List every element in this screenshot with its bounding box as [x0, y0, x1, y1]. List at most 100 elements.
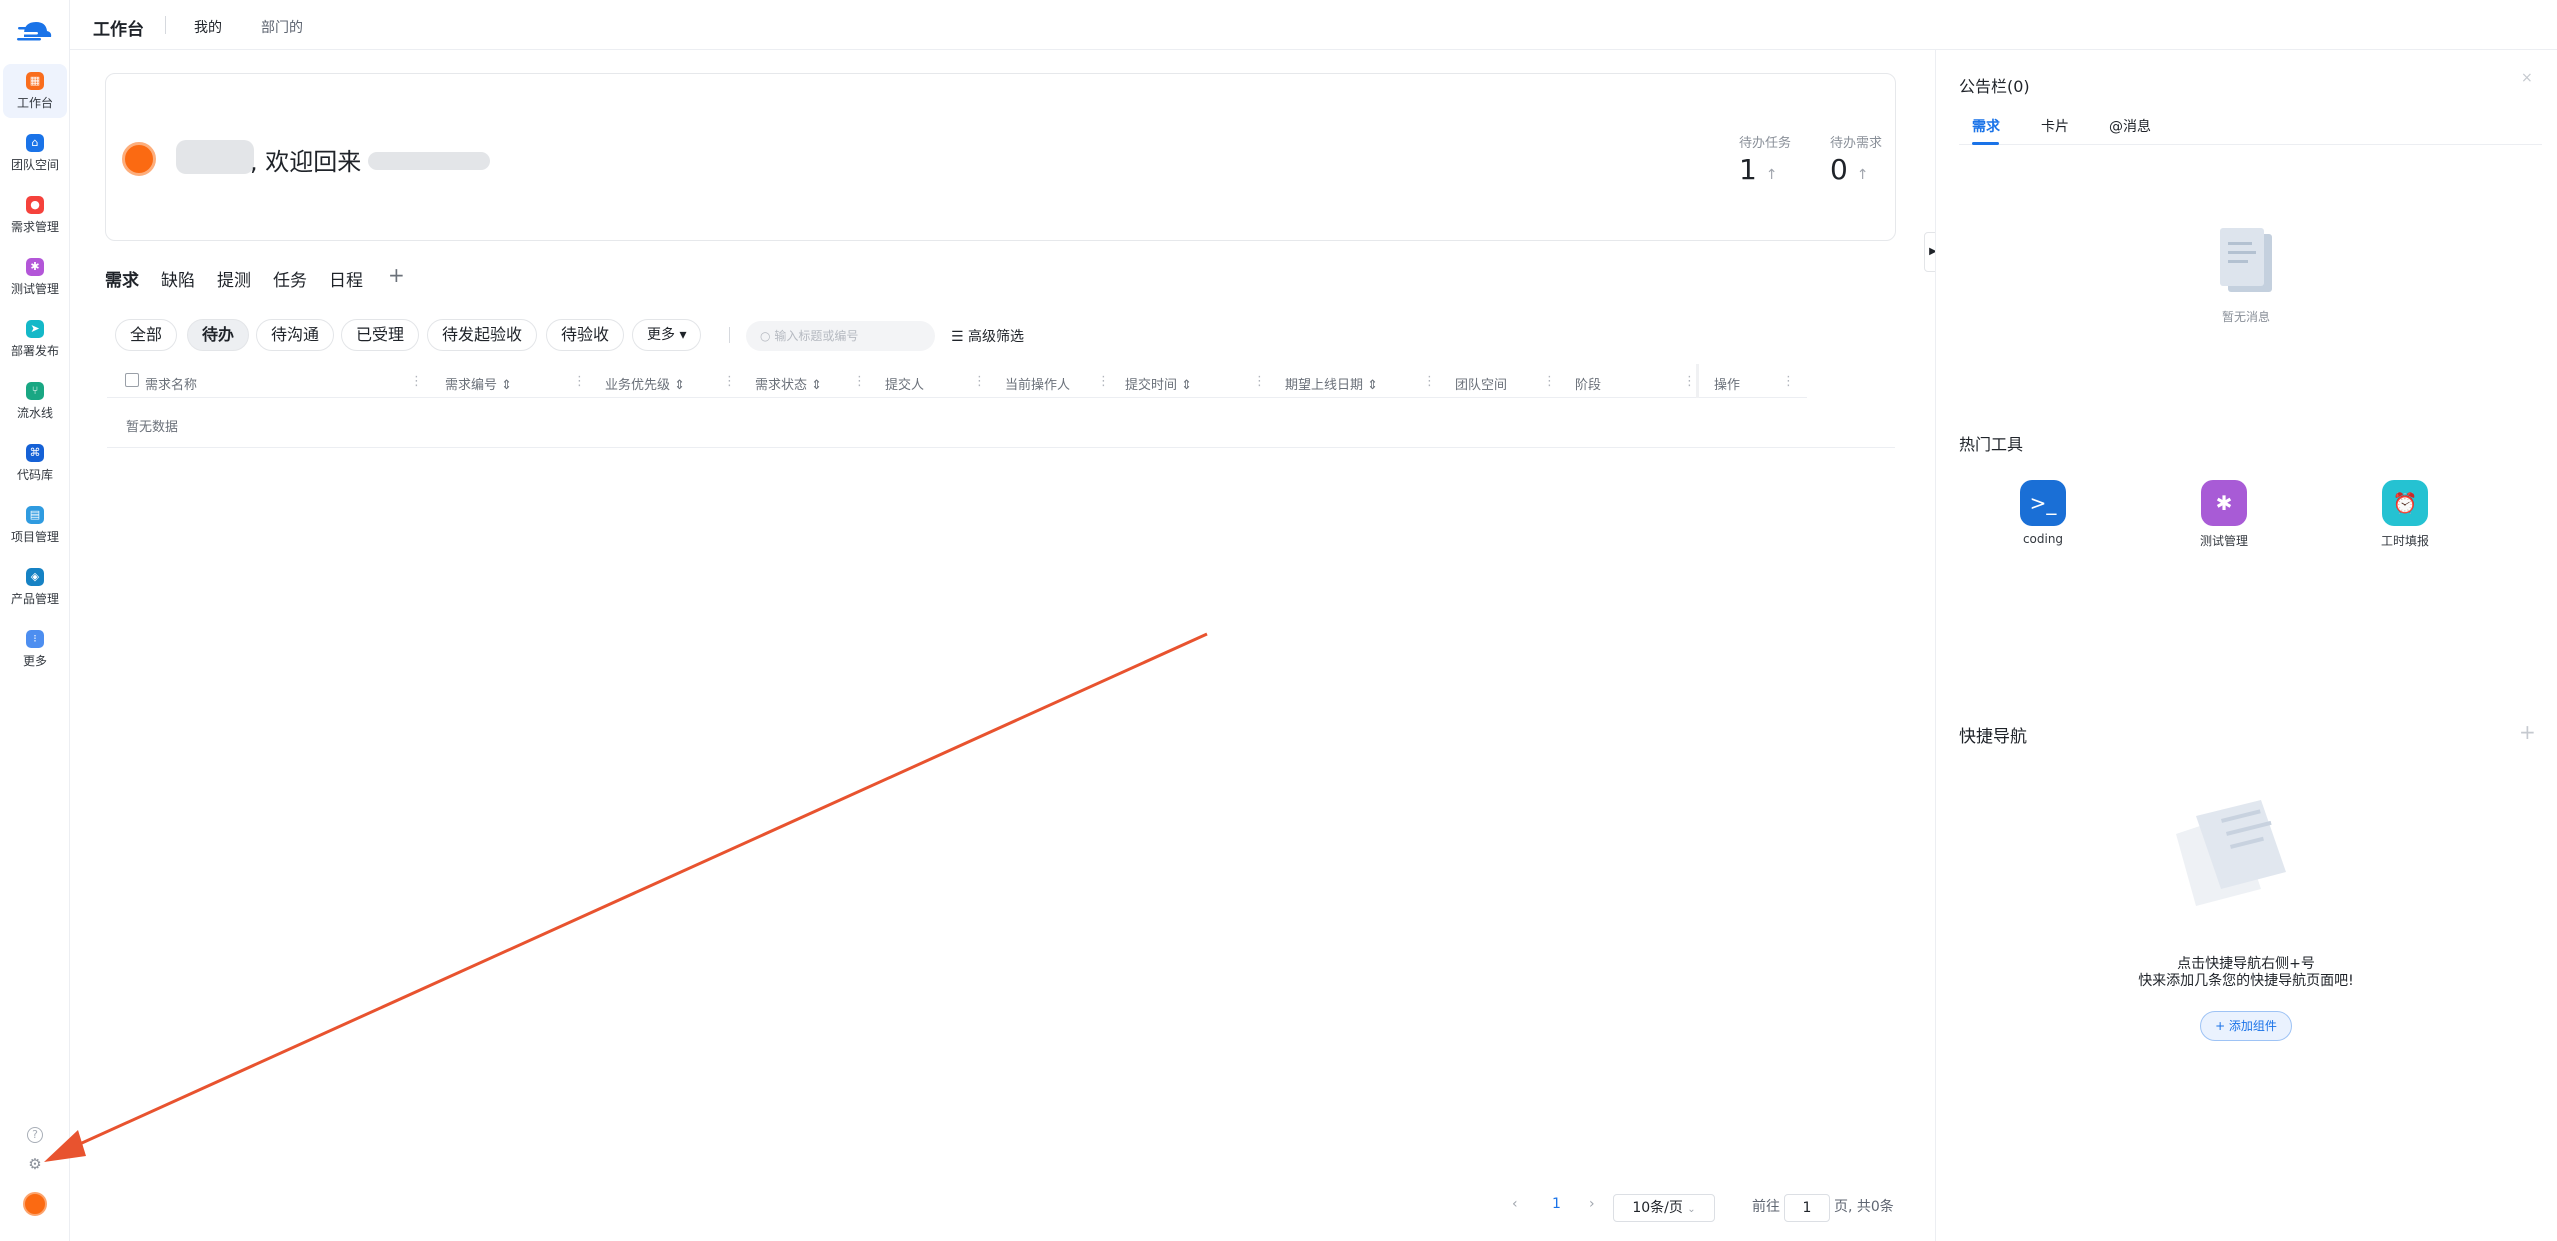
advanced-filter-button[interactable]: ☰ 高级筛选	[951, 326, 1024, 346]
filter-pending-acceptance[interactable]: 待验收	[546, 319, 625, 351]
stat-label: 待办任务	[1739, 136, 1792, 151]
advanced-filter-label: 高级筛选	[968, 329, 1025, 345]
column-resize-handle[interactable]: ⋮	[410, 374, 423, 389]
search-input[interactable]: ○ 输入标题或编号	[746, 321, 935, 351]
column-header-team-space[interactable]: 团队空间	[1455, 374, 1507, 393]
title-divider	[165, 16, 166, 34]
sidebar-item-test[interactable]: ✱ 测试管理	[3, 250, 67, 304]
add-widget-button[interactable]: + 添加组件	[2200, 1011, 2292, 1041]
tool-coding[interactable]: >_ coding	[1998, 480, 2088, 546]
stat-pending-tasks[interactable]: 待办任务 1 ↑	[1739, 132, 1791, 186]
tab-requirements[interactable]: 需求	[105, 266, 139, 291]
filter-icon: ☰	[951, 329, 964, 345]
bulletin-tab-mentions[interactable]: @消息	[2109, 116, 2151, 136]
table-empty-text: 暂无数据	[126, 420, 179, 435]
page-number-current[interactable]: 1	[1552, 1196, 1561, 1212]
filter-todo[interactable]: 待办	[187, 319, 250, 351]
sidebar-item-label: 流水线	[16, 406, 53, 420]
tab-mine[interactable]: 我的	[194, 17, 222, 37]
tab-defects[interactable]: 缺陷	[161, 266, 195, 291]
empty-message-text: 暂无消息	[2222, 310, 2271, 324]
welcome-greeting: , 欢迎回来	[250, 148, 362, 176]
column-resize-handle[interactable]: ⋮	[1253, 374, 1266, 389]
fixed-column-shadow	[1696, 364, 1699, 398]
add-tab-button[interactable]: +	[388, 263, 405, 287]
sidebar-item-project[interactable]: ▤ 项目管理	[3, 498, 67, 552]
tab-department[interactable]: 部门的	[261, 17, 303, 37]
column-header-priority[interactable]: 业务优先级 ⇕	[605, 374, 685, 393]
page-size-value: 10条/页	[1632, 1200, 1683, 1216]
next-page-button[interactable]: ›	[1589, 1196, 1595, 1212]
prev-page-button[interactable]: ‹	[1512, 1196, 1518, 1212]
filter-all[interactable]: 全部	[115, 319, 178, 351]
settings-button[interactable]: ⚙	[0, 1155, 70, 1173]
tab-tasks[interactable]: 任务	[273, 266, 307, 291]
goto-page-input[interactable]: 1	[1784, 1194, 1830, 1222]
sidebar-item-product[interactable]: ◈ 产品管理	[3, 560, 67, 614]
bulletin-tab-cards[interactable]: 卡片	[2041, 116, 2069, 136]
app-logo[interactable]	[14, 14, 54, 44]
stat-pending-requirements[interactable]: 待办需求 0 ↑	[1830, 132, 1882, 186]
close-icon[interactable]: ×	[2521, 70, 2533, 86]
column-resize-handle[interactable]: ⋮	[853, 374, 866, 389]
sidebar-item-more-apps[interactable]: ⁝ 更多	[3, 622, 67, 676]
settings-gear-icon: ⚙	[28, 1155, 42, 1173]
stat-value: 0	[1830, 153, 1848, 186]
bulletin-title: 公告栏(0)	[1959, 77, 2030, 96]
column-resize-handle[interactable]: ⋮	[1423, 374, 1436, 389]
table-divider	[107, 447, 1895, 448]
sidebar-item-deploy[interactable]: ➤ 部署发布	[3, 312, 67, 366]
tab-test-submission[interactable]: 提测	[217, 266, 251, 291]
tool-timesheet[interactable]: ⏰ 工时填报	[2360, 480, 2450, 549]
sidebar-item-team-space[interactable]: ⌂ 团队空间	[3, 126, 67, 180]
column-resize-handle[interactable]: ⋮	[573, 374, 586, 389]
add-quick-nav-button[interactable]: +	[2519, 720, 2536, 744]
code-repo-icon: ⌘	[26, 444, 44, 462]
column-header-submit-time[interactable]: 提交时间 ⇕	[1125, 374, 1192, 393]
filter-accepted[interactable]: 已受理	[341, 319, 420, 351]
tool-label: 工时填报	[2380, 534, 2429, 548]
sidebar-item-code-repo[interactable]: ⌘ 代码库	[3, 436, 67, 490]
column-resize-handle[interactable]: ⋮	[973, 374, 986, 389]
sort-icon: ⇕	[1181, 378, 1193, 393]
more-apps-icon: ⁝	[26, 630, 44, 648]
column-header-expected-date[interactable]: 期望上线日期 ⇕	[1285, 374, 1378, 393]
stat-value: 1	[1739, 153, 1757, 186]
sort-icon: ⇕	[1367, 378, 1379, 393]
column-resize-handle[interactable]: ⋮	[1097, 374, 1110, 389]
redacted-info	[368, 152, 490, 170]
grid-icon: ▦	[26, 72, 44, 90]
column-resize-handle[interactable]: ⋮	[1782, 374, 1795, 389]
tool-test-management[interactable]: ✱ 测试管理	[2179, 480, 2269, 549]
deploy-icon: ➤	[26, 320, 44, 338]
column-header-status[interactable]: 需求状态 ⇕	[755, 374, 822, 393]
bulletin-tab-requirements[interactable]: 需求	[1972, 116, 2000, 136]
filter-pending-acceptance-start[interactable]: 待发起验收	[427, 319, 538, 351]
column-resize-handle[interactable]: ⋮	[1543, 374, 1556, 389]
sidebar-item-pipeline[interactable]: ⑂ 流水线	[3, 374, 67, 428]
sidebar-item-requirement[interactable]: ● 需求管理	[3, 188, 67, 242]
tab-schedule[interactable]: 日程	[329, 266, 363, 291]
column-header-stage[interactable]: 阶段	[1575, 374, 1601, 393]
sidebar-item-label: 部署发布	[10, 344, 59, 358]
user-avatar-button[interactable]	[0, 1192, 70, 1220]
sidebar-item-grid[interactable]: ▦ 工作台	[3, 64, 67, 118]
column-header-name[interactable]: 需求名称	[145, 374, 197, 393]
column-header-submitter[interactable]: 提交人	[885, 374, 924, 393]
tool-label: coding	[2022, 532, 2064, 546]
filter-to-communicate[interactable]: 待沟通	[256, 319, 335, 351]
sidebar-item-label: 代码库	[16, 468, 53, 482]
select-all-checkbox[interactable]	[125, 373, 139, 387]
column-resize-handle[interactable]: ⋮	[1683, 374, 1696, 389]
column-header-current-operator[interactable]: 当前操作人	[1005, 374, 1070, 393]
filter-more-dropdown[interactable]: 更多 ▾	[632, 319, 702, 351]
alarm-clock-icon: ⏰	[2382, 480, 2428, 526]
terminal-icon: >_	[2020, 480, 2066, 526]
page-size-select[interactable]: 10条/页 ⌄	[1613, 1194, 1715, 1222]
empty-document-icon	[2220, 228, 2272, 292]
column-resize-handle[interactable]: ⋮	[723, 374, 736, 389]
test-icon: ✱	[26, 258, 44, 276]
column-header-id[interactable]: 需求编号 ⇕	[445, 374, 512, 393]
redacted-username	[176, 140, 254, 174]
help-button[interactable]: ?	[0, 1123, 70, 1143]
